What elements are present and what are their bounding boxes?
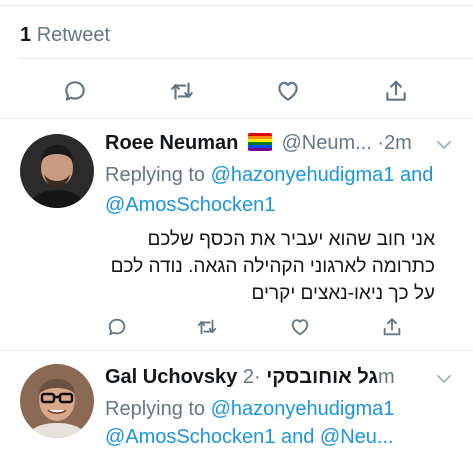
share-icon — [383, 318, 401, 336]
tweet-text-line: אני חוב שהוא יעביר את הכסף שלכם — [147, 229, 435, 250]
retweet-icon — [197, 319, 217, 335]
separator: · — [253, 366, 261, 388]
share-button[interactable] — [381, 76, 411, 106]
mention-link[interactable]: @AmosSchocken1 — [105, 426, 275, 448]
retweet-count[interactable]: 1 Retweet — [20, 24, 110, 47]
tweet-text: אני חוב שהוא יעביר את הכסף שלכם כתרומה ל… — [105, 226, 435, 307]
avatar[interactable] — [20, 134, 94, 208]
reply-icon — [108, 318, 126, 336]
like-button[interactable] — [285, 312, 315, 342]
retweet-button[interactable] — [167, 76, 197, 106]
more-options-button[interactable] — [435, 370, 453, 388]
replying-to-label: Replying to — [105, 398, 206, 420]
and-others-link[interactable]: and — [281, 426, 314, 448]
retweet-icon — [171, 82, 193, 100]
reply1-header: Roee Neuman @Neum... ·2m — [105, 132, 412, 155]
mention-link[interactable]: @Neu... — [320, 426, 394, 448]
chevron-down-icon — [437, 141, 451, 149]
reply1-actions — [0, 312, 473, 342]
retweet-count-number: 1 — [20, 24, 32, 46]
share-icon — [386, 80, 406, 101]
retweet-button[interactable] — [192, 312, 222, 342]
tweet-text-line: על כך ניאו-נאצים יקרים — [251, 283, 435, 304]
replying-to-line: Replying to @hazonyehudigma1 — [105, 398, 394, 421]
main-tweet-actions — [0, 76, 473, 106]
retweet-count-label: Retweet — [36, 24, 111, 46]
display-name[interactable]: Roee Neuman — [105, 132, 238, 154]
reply-button[interactable] — [102, 312, 132, 342]
tweet-text-line: כתרומה לארגוני הקהילה הגאה. נודה לכם — [110, 256, 435, 277]
rainbow-flag-icon — [247, 133, 272, 151]
like-button[interactable] — [273, 76, 303, 106]
replying-to-label: Replying to — [105, 164, 206, 186]
reply-button[interactable] — [60, 76, 90, 106]
avatar-roee-neuman — [20, 134, 94, 208]
reply2-header: Gal Uchovsky גל אוחובסקי ·2m — [105, 366, 395, 389]
mention-link[interactable]: @AmosSchocken1 — [105, 194, 275, 216]
display-name[interactable]: Gal Uchovsky גל אוחובסקי — [105, 366, 378, 388]
mention-link[interactable]: @hazonyehudigma1 — [211, 398, 395, 420]
avatar[interactable] — [20, 364, 94, 438]
replying-to-line-2: @AmosSchocken1 and @Neu... — [105, 426, 394, 449]
reply-icon — [65, 81, 85, 101]
divider — [0, 118, 473, 119]
like-icon — [278, 81, 298, 101]
avatar-gal-uchovsky — [20, 364, 94, 438]
like-icon — [291, 319, 309, 336]
divider — [20, 58, 473, 59]
more-options-button[interactable] — [435, 136, 453, 154]
timestamp[interactable]: 2m — [384, 132, 412, 154]
divider — [0, 350, 473, 351]
user-handle[interactable]: @Neum... — [282, 132, 372, 154]
and-others-link[interactable]: and — [400, 164, 433, 186]
chevron-down-icon — [437, 375, 451, 383]
replying-to-line-2: @AmosSchocken1 — [105, 194, 275, 217]
mention-link[interactable]: @hazonyehudigma1 — [211, 164, 395, 186]
top-divider — [0, 5, 473, 6]
share-button[interactable] — [377, 312, 407, 342]
replying-to-line: Replying to @hazonyehudigma1 and — [105, 164, 433, 187]
